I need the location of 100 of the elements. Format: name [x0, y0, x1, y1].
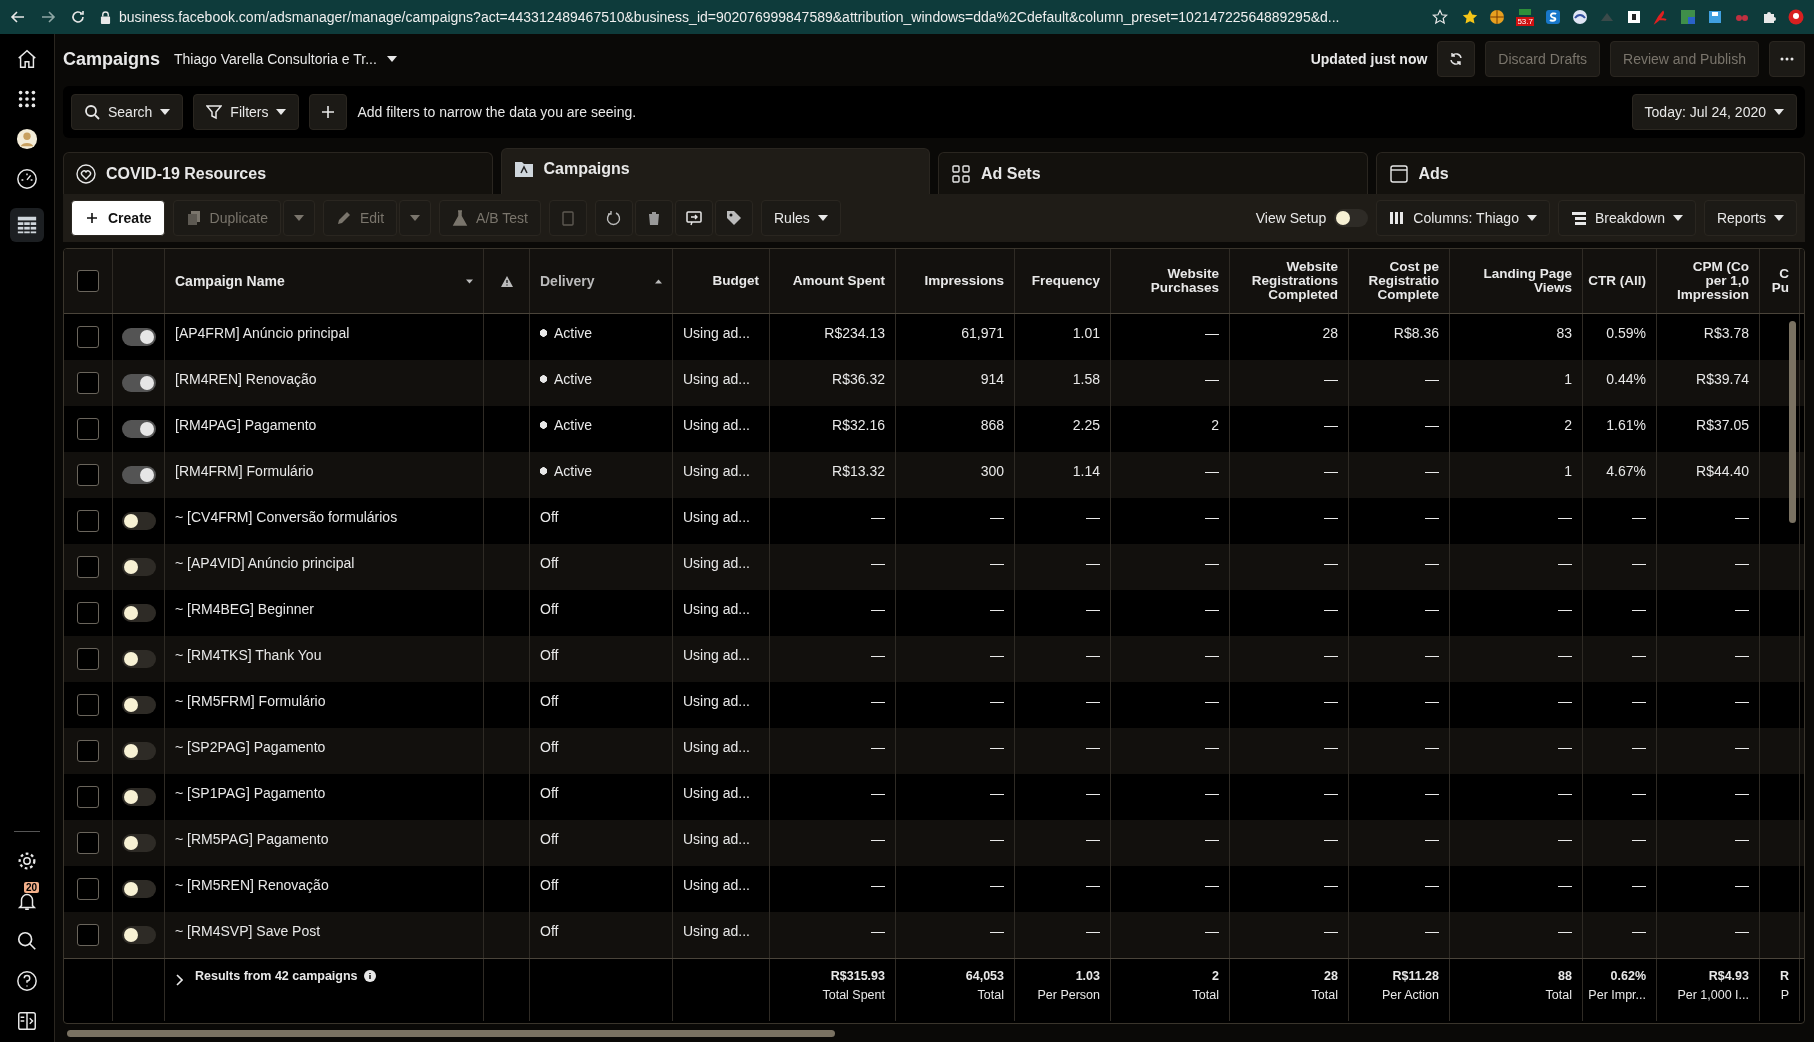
profile-icon[interactable]: [1788, 9, 1804, 25]
back-icon[interactable]: [10, 9, 26, 25]
discard-button[interactable]: [595, 200, 633, 236]
campaign-toggle[interactable]: [121, 604, 156, 622]
campaign-toggle[interactable]: [121, 742, 156, 760]
column-header[interactable]: Amount Spent: [792, 274, 885, 288]
forward-icon[interactable]: [40, 9, 56, 25]
home-icon[interactable]: [16, 48, 38, 70]
gauge-icon[interactable]: [16, 168, 38, 190]
tab[interactable]: COVID-19 Resources: [63, 152, 493, 194]
edit-menu-button[interactable]: [399, 200, 432, 236]
settings-icon[interactable]: [16, 850, 38, 872]
campaign-toggle[interactable]: [121, 834, 156, 852]
apps-grid-icon[interactable]: [16, 88, 38, 110]
row-checkbox[interactable]: [77, 924, 99, 946]
row-checkbox[interactable]: [77, 326, 99, 348]
row-checkbox[interactable]: [77, 556, 99, 578]
campaign-name[interactable]: [RM4PAG] Pagamento: [175, 417, 317, 433]
save-icon[interactable]: [1707, 9, 1723, 25]
campaign-toggle[interactable]: [121, 880, 156, 898]
tag-button[interactable]: [715, 200, 753, 236]
avatar-icon[interactable]: [16, 128, 38, 150]
campaign-name[interactable]: ~ [AP4VID] Anúncio principal: [175, 555, 355, 571]
row-checkbox[interactable]: [77, 510, 99, 532]
campaign-toggle[interactable]: [121, 926, 156, 944]
reload-icon[interactable]: [70, 9, 86, 25]
delete-button[interactable]: [635, 200, 673, 236]
filters-dropdown[interactable]: Filters: [193, 94, 300, 130]
date-range-dropdown[interactable]: Today: Jul 24, 2020: [1631, 94, 1797, 130]
search-icon[interactable]: [16, 930, 38, 952]
column-header[interactable]: CPM (Co per 1,0 Impression: [1676, 260, 1749, 302]
campaign-toggle[interactable]: [121, 328, 156, 346]
row-checkbox[interactable]: [77, 648, 99, 670]
sort-up-icon[interactable]: [655, 278, 662, 284]
row-checkbox[interactable]: [77, 740, 99, 762]
more-button[interactable]: [1769, 41, 1805, 77]
column-header[interactable]: Impressions: [924, 274, 1004, 288]
campaign-name[interactable]: ~ [CV4FRM] Conversão formulários: [175, 509, 398, 525]
row-checkbox[interactable]: [77, 464, 99, 486]
campaign-toggle[interactable]: [121, 788, 156, 806]
column-header[interactable]: Delivery: [540, 273, 595, 289]
search-dropdown[interactable]: Search: [71, 94, 184, 130]
campaign-toggle[interactable]: [121, 374, 156, 392]
column-header[interactable]: C Pu: [1771, 267, 1789, 295]
column-header[interactable]: Cost pe Registratio Complete: [1368, 260, 1439, 302]
create-button[interactable]: Create: [71, 200, 165, 236]
clipboard-button[interactable]: [549, 200, 587, 236]
column-header[interactable]: Landing Page Views: [1483, 267, 1572, 295]
campaign-toggle[interactable]: [121, 420, 156, 438]
campaign-name[interactable]: ~ [SP2PAG] Pagamento: [175, 739, 326, 755]
column-header[interactable]: Frequency: [1031, 274, 1100, 288]
campaign-name[interactable]: ~ [SP1PAG] Pagamento: [175, 785, 326, 801]
table-nav-item[interactable]: [10, 208, 44, 242]
campaign-toggle[interactable]: [121, 512, 156, 530]
ball-icon[interactable]: [1489, 9, 1506, 25]
help-icon[interactable]: [16, 970, 38, 992]
duplicate-menu-button[interactable]: [282, 200, 315, 236]
campaign-name[interactable]: [RM4FRM] Formulário: [175, 463, 314, 479]
row-checkbox[interactable]: [77, 602, 99, 624]
row-checkbox[interactable]: [77, 878, 99, 900]
campaign-name[interactable]: [RM4REN] Renovação: [175, 371, 317, 387]
tab[interactable]: Ads: [1375, 152, 1805, 194]
tab[interactable]: Campaigns: [500, 148, 930, 194]
campaign-toggle[interactable]: [121, 650, 156, 668]
side-panel-icon[interactable]: [16, 1010, 38, 1032]
rules-dropdown[interactable]: Rules: [761, 200, 841, 236]
select-all-checkbox[interactable]: [77, 270, 99, 292]
reports-dropdown[interactable]: Reports: [1703, 200, 1797, 236]
row-checkbox[interactable]: [77, 372, 99, 394]
campaign-toggle[interactable]: [121, 696, 156, 714]
refresh-button[interactable]: [1437, 41, 1476, 77]
vertical-scrollbar[interactable]: [1789, 321, 1796, 523]
row-checkbox[interactable]: [77, 694, 99, 716]
campaign-name[interactable]: ~ [RM4TKS] Thank You: [175, 647, 322, 663]
campaign-name[interactable]: [AP4FRM] Anúncio principal: [175, 325, 350, 341]
row-checkbox[interactable]: [77, 418, 99, 440]
star-icon[interactable]: [1462, 9, 1479, 25]
chevron-right-icon[interactable]: [175, 974, 183, 986]
breakdown-dropdown[interactable]: Breakdown: [1557, 200, 1696, 236]
info-icon[interactable]: [363, 970, 376, 982]
horizontal-scrollbar[interactable]: [67, 1029, 835, 1037]
campaign-name[interactable]: ~ [RM5REN] Renovação: [175, 877, 329, 893]
s-icon[interactable]: [1545, 9, 1561, 25]
preview-button[interactable]: [675, 200, 713, 236]
column-header[interactable]: Campaign Name: [175, 273, 285, 289]
url-text[interactable]: business.facebook.com/adsmanager/manage/campaigns?act=443312489467510&business_id=902076999847589&attribution_windows=dda%2Cdefault&column_preset=10214722564889295&d...: [119, 9, 1425, 25]
view-setup-toggle[interactable]: [1334, 209, 1369, 227]
column-header[interactable]: Budget: [712, 274, 759, 288]
column-header[interactable]: Website Purchases: [1150, 267, 1219, 295]
column-header[interactable]: Website Registrations Completed: [1251, 260, 1338, 302]
campaign-name[interactable]: ~ [RM5PAG] Pagamento: [175, 831, 329, 847]
campaign-toggle[interactable]: [121, 558, 156, 576]
tab[interactable]: Ad Sets: [938, 152, 1368, 194]
campaign-name[interactable]: ~ [RM4BEG] Beginner: [175, 601, 314, 617]
columns-dropdown[interactable]: Columns: Thiago: [1376, 200, 1550, 236]
column-header[interactable]: CTR (All): [1588, 274, 1646, 288]
star-icon[interactable]: [1432, 9, 1449, 25]
campaign-toggle[interactable]: [121, 466, 156, 484]
campaign-name[interactable]: ~ [RM5FRM] Formulário: [175, 693, 326, 709]
row-checkbox[interactable]: [77, 832, 99, 854]
